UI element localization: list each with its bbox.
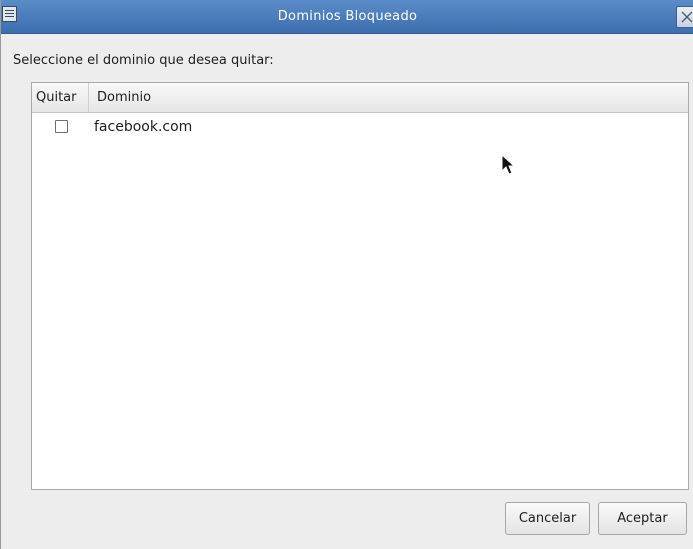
mouse-pointer-icon (501, 154, 515, 175)
list-header: Quitar Dominio (32, 83, 688, 113)
cancel-button[interactable]: Cancelar (505, 502, 590, 535)
title-bar[interactable]: Dominios Bloqueado (1, 0, 693, 34)
domain-cell: facebook.com (94, 119, 193, 135)
remove-checkbox[interactable] (55, 120, 68, 133)
column-header-quitar[interactable]: Quitar (32, 83, 89, 112)
close-button[interactable] (676, 6, 693, 28)
dialog-window: Dominios Bloqueado Seleccione el dominio… (0, 0, 693, 549)
column-header-dominio[interactable]: Dominio (90, 83, 688, 112)
instruction-label: Seleccione el dominio que desea quitar: (13, 53, 274, 68)
close-icon (681, 11, 693, 23)
accept-button[interactable]: Aceptar (598, 502, 687, 535)
table-row[interactable]: facebook.com (32, 116, 688, 142)
window-title: Dominios Bloqueado (277, 9, 418, 24)
domain-list[interactable]: Quitar Dominio facebook.com (31, 82, 689, 490)
